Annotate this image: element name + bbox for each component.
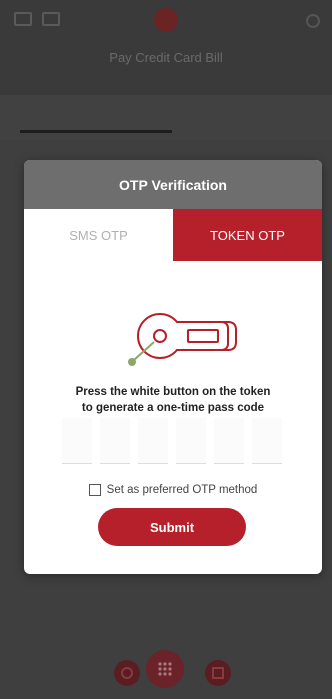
phone-icon[interactable] [114, 660, 140, 686]
bottom-navigation [0, 640, 332, 699]
otp-digit-field[interactable] [62, 418, 92, 464]
info-icon [306, 14, 320, 28]
security-token-icon [128, 313, 237, 366]
token-instruction: Press the white button on the token to g… [24, 384, 322, 416]
modal-title: OTP Verification [24, 160, 322, 209]
background-tabs [0, 95, 332, 140]
otp-digit-field[interactable] [138, 418, 168, 464]
grid-menu-icon[interactable] [146, 650, 184, 688]
bank-logo-icon [154, 8, 178, 32]
background-top-icons [14, 12, 60, 26]
qr-icon[interactable] [205, 660, 231, 686]
card-icon [42, 12, 60, 26]
app-screen: Pay Credit Card Bill OTP Verification SM… [0, 0, 332, 699]
preferred-otp-checkbox[interactable] [88, 484, 101, 496]
background-page-title: Pay Credit Card Bill [109, 50, 223, 65]
otp-verification-modal: OTP Verification SMS OTP TOKEN OTP Press… [24, 160, 322, 574]
instruction-line-2: to generate a one-time pass code [81, 402, 265, 414]
otp-digit-field[interactable] [100, 418, 130, 464]
otp-digit-field[interactable] [252, 418, 282, 464]
tab-token-otp[interactable]: TOKEN OTP [173, 209, 322, 261]
otp-code-input[interactable] [62, 418, 284, 466]
otp-digit-field[interactable] [214, 418, 244, 464]
preferred-otp-label: Set as preferred OTP method [106, 484, 258, 496]
background-tab-indicator [20, 130, 172, 133]
submit-button[interactable]: Submit [98, 508, 246, 546]
otp-method-tabs: SMS OTP TOKEN OTP [24, 209, 322, 261]
preferred-otp-option[interactable]: Set as preferred OTP method [24, 484, 322, 496]
menu-icon [14, 12, 32, 26]
instruction-line-1: Press the white button on the token [75, 386, 271, 398]
background-header: Pay Credit Card Bill [0, 0, 332, 95]
tab-sms-otp[interactable]: SMS OTP [24, 209, 173, 261]
otp-digit-field[interactable] [176, 418, 206, 464]
